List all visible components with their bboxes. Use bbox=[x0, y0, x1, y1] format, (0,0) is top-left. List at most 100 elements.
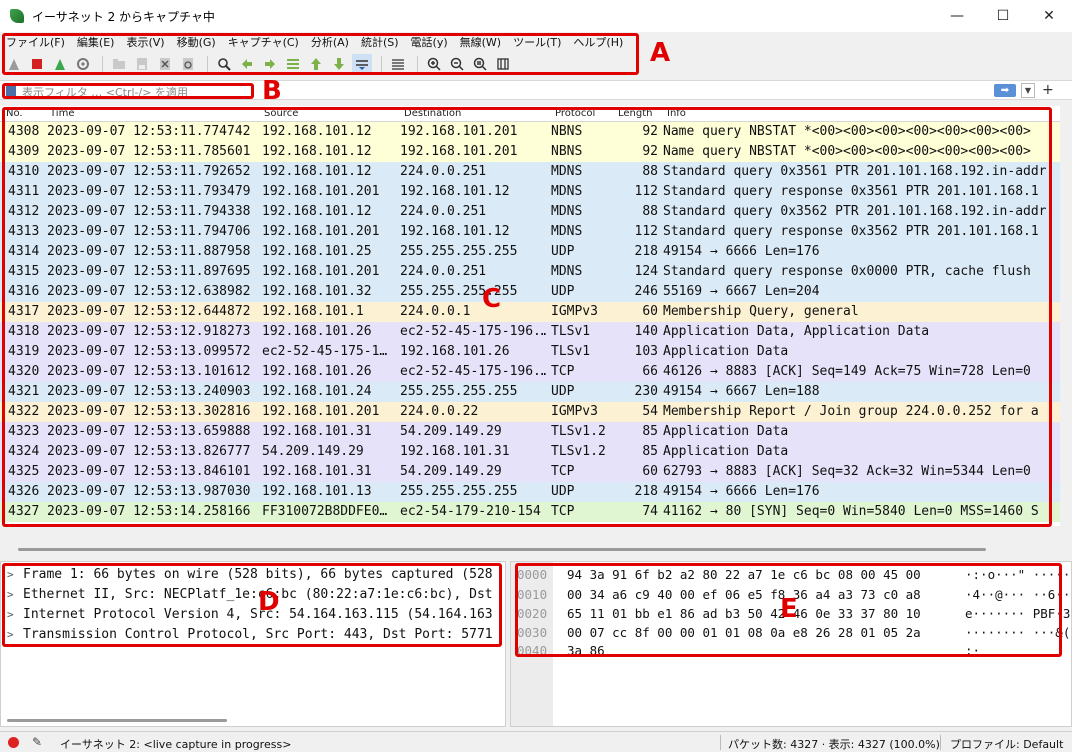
close-button[interactable]: ✕ bbox=[1026, 0, 1072, 32]
menu-edit[interactable]: 編集(E) bbox=[71, 34, 121, 50]
packet-list-scrollbar[interactable] bbox=[18, 548, 986, 551]
menu-telephony[interactable]: 電話(y) bbox=[405, 34, 454, 50]
autoscroll-icon[interactable] bbox=[352, 54, 372, 74]
status-profile[interactable]: プロファイル: Default bbox=[950, 736, 1063, 752]
packet-row[interactable]: 4312 2023-09-07 12:53:11.794338 192.168.10… bbox=[0, 202, 1060, 222]
packet-cell-info: Name query NBSTAT *<00><00><00><00><00><… bbox=[663, 144, 1031, 159]
expand-arrow-icon[interactable]: > bbox=[7, 625, 23, 645]
apply-filter-button[interactable]: ➡ bbox=[994, 84, 1016, 97]
packet-cell-len: 88 bbox=[642, 164, 658, 179]
capture-status-icon[interactable] bbox=[8, 737, 19, 748]
packet-row[interactable]: 4314 2023-09-07 12:53:11.887958 192.168.10… bbox=[0, 242, 1060, 262]
go-forward-icon[interactable] bbox=[260, 54, 280, 74]
packet-cell-dst: 192.168.101.26 bbox=[400, 344, 510, 359]
menu-wireless[interactable]: 無線(W) bbox=[454, 34, 507, 50]
packet-row[interactable]: 4315 2023-09-07 12:53:11.897695 192.168.10… bbox=[0, 262, 1060, 282]
packet-row[interactable]: 4318 2023-09-07 12:53:12.918273 192.168.10… bbox=[0, 322, 1060, 342]
packet-cell-time: 2023-09-07 12:53:11.897695 bbox=[47, 264, 251, 279]
expand-arrow-icon[interactable]: > bbox=[7, 585, 23, 605]
last-packet-icon[interactable] bbox=[329, 54, 349, 74]
add-filter-button[interactable]: + bbox=[1042, 82, 1054, 98]
packet-row[interactable]: 4309 2023-09-07 12:53:11.785601 192.168.10… bbox=[0, 142, 1060, 162]
column-protocol[interactable]: Protocol bbox=[555, 108, 595, 119]
packet-cell-info: Application Data, Application Data bbox=[663, 324, 930, 339]
packet-row[interactable]: 4308 2023-09-07 12:53:11.774742 192.168.10… bbox=[0, 122, 1060, 142]
packet-row[interactable]: 4327 2023-09-07 12:53:14.258166 FF310072B8… bbox=[0, 502, 1060, 522]
zoom-in-icon[interactable] bbox=[424, 54, 444, 74]
reload-icon[interactable] bbox=[178, 54, 198, 74]
packet-cell-dst: 192.168.101.12 bbox=[400, 224, 510, 239]
menu-tools[interactable]: ツール(T) bbox=[507, 34, 567, 50]
close-file-icon[interactable] bbox=[155, 54, 175, 74]
shark-fin-icon[interactable] bbox=[4, 54, 24, 74]
detail-row-ipv4[interactable]: > Internet Protocol Version 4, Src: 54.16… bbox=[7, 605, 493, 625]
expand-arrow-icon[interactable]: > bbox=[7, 605, 23, 625]
minimize-button[interactable]: — bbox=[934, 0, 980, 32]
menu-statistics[interactable]: 統計(S) bbox=[355, 34, 405, 50]
expand-arrow-icon[interactable]: > bbox=[7, 565, 23, 585]
packet-row[interactable]: 4311 2023-09-07 12:53:11.793479 192.168.10… bbox=[0, 182, 1060, 202]
menu-go[interactable]: 移動(G) bbox=[171, 34, 222, 50]
detail-row-frame[interactable]: > Frame 1: 66 bytes on wire (528 bits), 6… bbox=[7, 565, 493, 585]
menu-file[interactable]: ファイル(F) bbox=[0, 34, 71, 50]
packet-cell-src: 192.168.101.26 bbox=[262, 324, 372, 339]
packet-cell-src: 192.168.101.31 bbox=[262, 464, 372, 479]
menu-help[interactable]: ヘルプ(H) bbox=[567, 34, 629, 50]
packet-row[interactable]: 4317 2023-09-07 12:53:12.644872 192.168.10… bbox=[0, 302, 1060, 322]
normal-size-icon[interactable] bbox=[470, 54, 490, 74]
packet-row[interactable]: 4313 2023-09-07 12:53:11.794706 192.168.10… bbox=[0, 222, 1060, 242]
packet-row[interactable]: 4325 2023-09-07 12:53:13.846101 192.168.10… bbox=[0, 462, 1060, 482]
display-filter-input[interactable]: 表示フィルタ … <Ctrl-/> を適用 bbox=[22, 84, 188, 100]
packet-row[interactable]: 4310 2023-09-07 12:53:11.792652 192.168.10… bbox=[0, 162, 1060, 182]
capture-options-icon[interactable] bbox=[73, 54, 93, 74]
column-source[interactable]: Source bbox=[264, 108, 298, 119]
packet-row[interactable]: 4323 2023-09-07 12:53:13.659888 192.168.10… bbox=[0, 422, 1060, 442]
packet-cell-no: 4321 bbox=[8, 384, 40, 399]
packet-cell-len: 230 bbox=[634, 384, 658, 399]
details-scrollbar[interactable] bbox=[7, 719, 227, 722]
zoom-out-icon[interactable] bbox=[447, 54, 467, 74]
capture-comment-icon[interactable]: ✎ bbox=[32, 735, 42, 749]
wireshark-fin-icon bbox=[10, 9, 24, 23]
column-no[interactable]: No. bbox=[6, 108, 23, 119]
packet-row[interactable]: 4322 2023-09-07 12:53:13.302816 192.168.10… bbox=[0, 402, 1060, 422]
stop-capture-icon[interactable] bbox=[27, 54, 47, 74]
packet-row[interactable]: 4319 2023-09-07 12:53:13.099572 ec2-52-45-… bbox=[0, 342, 1060, 362]
menu-view[interactable]: 表示(V) bbox=[120, 34, 170, 50]
packet-cell-time: 2023-09-07 12:53:11.785601 bbox=[47, 144, 251, 159]
packet-row[interactable]: 4320 2023-09-07 12:53:13.101612 192.168.10… bbox=[0, 362, 1060, 382]
packet-cell-proto: TLSv1 bbox=[551, 324, 591, 339]
column-info[interactable]: Info bbox=[667, 108, 686, 119]
packet-row[interactable]: 4326 2023-09-07 12:53:13.987030 192.168.10… bbox=[0, 482, 1060, 502]
packet-row[interactable]: 4324 2023-09-07 12:53:13.826777 54.209.149… bbox=[0, 442, 1060, 462]
packet-row[interactable]: 4321 2023-09-07 12:53:13.240903 192.168.10… bbox=[0, 382, 1060, 402]
first-packet-icon[interactable] bbox=[306, 54, 326, 74]
go-back-icon[interactable] bbox=[237, 54, 257, 74]
detail-row-ethernet[interactable]: > Ethernet II, Src: NECPlatf_1e:c6:bc (80… bbox=[7, 585, 493, 605]
packet-cell-info: Application Data bbox=[663, 424, 789, 439]
packet-cell-time: 2023-09-07 12:53:13.240903 bbox=[47, 384, 251, 399]
detail-row-tcp[interactable]: > Transmission Control Protocol, Src Port… bbox=[7, 625, 493, 645]
packet-cell-len: 103 bbox=[634, 344, 658, 359]
packet-cell-proto: UDP bbox=[551, 484, 575, 499]
go-to-packet-icon[interactable] bbox=[283, 54, 303, 74]
filter-bookmark-icon[interactable] bbox=[6, 85, 16, 96]
packet-cell-proto: UDP bbox=[551, 244, 575, 259]
column-destination[interactable]: Destination bbox=[404, 108, 461, 119]
menu-analyze[interactable]: 分析(A) bbox=[305, 34, 355, 50]
colorize-icon[interactable] bbox=[388, 54, 408, 74]
open-file-icon[interactable] bbox=[109, 54, 129, 74]
status-separator bbox=[940, 735, 941, 750]
annotation-label-a: A bbox=[650, 38, 671, 68]
menu-capture[interactable]: キャプチャ(C) bbox=[222, 34, 305, 50]
packet-row[interactable]: 4316 2023-09-07 12:53:12.638982 192.168.10… bbox=[0, 282, 1060, 302]
column-length[interactable]: Length bbox=[618, 108, 653, 119]
column-time[interactable]: Time bbox=[50, 108, 74, 119]
maximize-button[interactable]: ☐ bbox=[980, 0, 1026, 32]
save-file-icon[interactable] bbox=[132, 54, 152, 74]
filter-history-dropdown[interactable]: ▼ bbox=[1021, 83, 1035, 98]
packet-cell-time: 2023-09-07 12:53:11.794706 bbox=[47, 224, 251, 239]
restart-capture-icon[interactable] bbox=[50, 54, 70, 74]
resize-columns-icon[interactable] bbox=[493, 54, 513, 74]
find-packet-icon[interactable] bbox=[214, 54, 234, 74]
